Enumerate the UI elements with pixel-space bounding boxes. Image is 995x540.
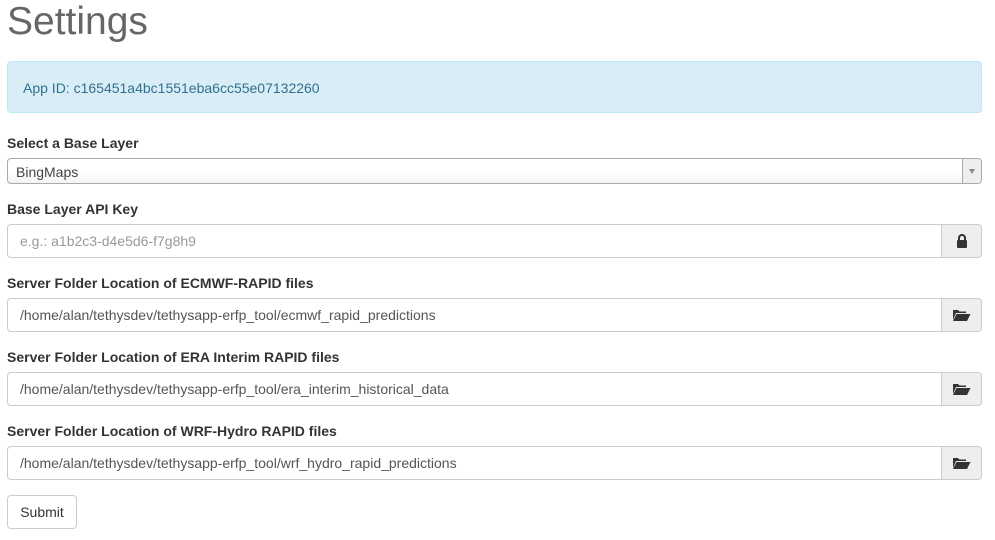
folder-open-icon[interactable] <box>941 372 982 406</box>
era-interim-folder-label: Server Folder Location of ERA Interim RA… <box>7 349 340 365</box>
ecmwf-folder-group <box>7 298 982 332</box>
era-interim-folder-group <box>7 372 982 406</box>
ecmwf-folder-input[interactable] <box>7 298 942 332</box>
select-arrow[interactable] <box>962 159 981 183</box>
chevron-down-icon <box>969 169 975 174</box>
base-layer-label: Select a Base Layer <box>7 135 139 151</box>
base-layer-selected-value: BingMaps <box>16 164 79 180</box>
ecmwf-folder-label: Server Folder Location of ECMWF-RAPID fi… <box>7 275 314 291</box>
lock-icon <box>941 224 982 258</box>
app-id-text: App ID: c165451a4bc1551eba6cc55e07132260 <box>23 80 320 96</box>
wrf-hydro-folder-group <box>7 446 982 480</box>
base-layer-select[interactable]: BingMaps <box>7 158 982 184</box>
app-id-alert: App ID: c165451a4bc1551eba6cc55e07132260 <box>7 61 982 113</box>
api-key-input[interactable] <box>7 224 942 258</box>
settings-page: Settings App ID: c165451a4bc1551eba6cc55… <box>0 0 995 540</box>
folder-open-icon[interactable] <box>941 298 982 332</box>
api-key-label: Base Layer API Key <box>7 201 138 217</box>
submit-button[interactable]: Submit <box>7 495 77 529</box>
wrf-hydro-folder-input[interactable] <box>7 446 942 480</box>
folder-open-icon[interactable] <box>941 446 982 480</box>
wrf-hydro-folder-label: Server Folder Location of WRF-Hydro RAPI… <box>7 423 337 439</box>
page-title: Settings <box>7 0 148 43</box>
api-key-group <box>7 224 982 258</box>
era-interim-folder-input[interactable] <box>7 372 942 406</box>
